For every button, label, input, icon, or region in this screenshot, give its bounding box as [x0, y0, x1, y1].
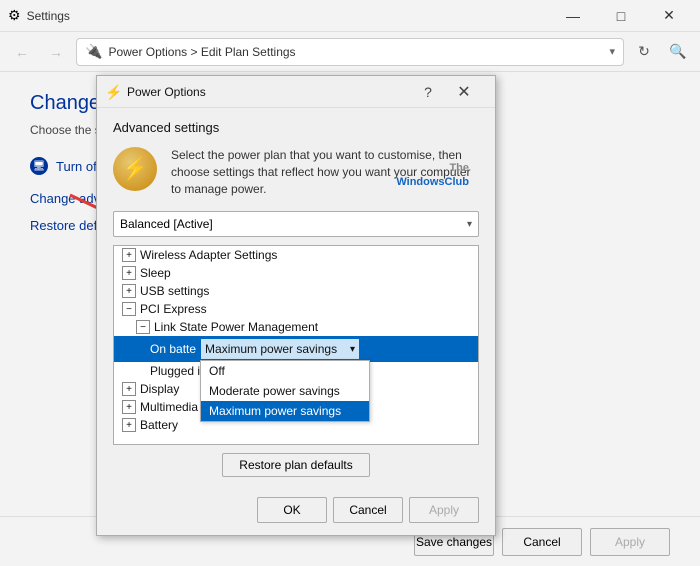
on-battery-value: Maximum power savings — [205, 342, 346, 356]
dialog-icon: ⚡ — [105, 84, 121, 100]
tree-pci[interactable]: − PCI Express — [114, 300, 478, 318]
title-bar: ⚙ Settings — □ ✕ — [0, 0, 700, 32]
expand-linkstate-icon[interactable]: − — [136, 320, 150, 334]
display-label: Display — [140, 382, 179, 396]
usb-label: USB settings — [140, 284, 209, 298]
linkstate-label: Link State Power Management — [154, 320, 318, 334]
option-maximum[interactable]: Maximum power savings — [201, 401, 369, 421]
expand-usb-icon[interactable]: + — [122, 284, 136, 298]
address-bar: ← → 🔌 Power Options > Edit Plan Settings… — [0, 32, 700, 72]
power-options-dialog: ⚡ Power Options ? ✕ Advanced settings ⚡ … — [96, 75, 496, 536]
window-icon: ⚙ — [8, 7, 21, 24]
address-input[interactable]: 🔌 Power Options > Edit Plan Settings ▾ — [76, 38, 624, 66]
advanced-settings-label: Advanced settings — [113, 120, 479, 135]
description-area: ⚡ Select the power plan that you want to… — [113, 147, 479, 197]
plan-dropdown-text: Balanced [Active] — [120, 217, 467, 231]
title-bar-controls: — □ ✕ — [550, 0, 692, 32]
expand-battery-icon[interactable]: + — [122, 418, 136, 432]
expand-pci-icon[interactable]: − — [122, 302, 136, 316]
sleep-label: Sleep — [140, 266, 171, 280]
tree-wireless-adapter[interactable]: + Wireless Adapter Settings — [114, 246, 478, 264]
restore-plan-button[interactable]: Restore plan defaults — [222, 453, 369, 477]
power-icon: ⚡ — [121, 156, 148, 182]
dialog-titlebar: ⚡ Power Options ? ✕ — [97, 76, 495, 108]
dropdown-popup: Off Moderate power savings Maximum power… — [200, 360, 370, 422]
tree-sleep[interactable]: + Sleep — [114, 264, 478, 282]
dialog-footer: OK Cancel Apply — [97, 489, 495, 535]
battery-label: Battery — [140, 418, 178, 432]
expand-display-icon[interactable]: + — [122, 382, 136, 396]
tree-on-battery[interactable]: On batte Maximum power savings ▾ Off Mod… — [114, 336, 478, 362]
apply-button[interactable]: Apply — [409, 497, 479, 523]
tree-link-state[interactable]: − Link State Power Management — [114, 318, 478, 336]
cancel-button[interactable]: Cancel — [333, 497, 403, 523]
address-icon: 🔌 — [85, 43, 102, 60]
plan-dropdown-arrow-icon: ▾ — [467, 219, 472, 230]
address-chevron: ▾ — [609, 45, 615, 58]
watermark-line1: The — [396, 161, 469, 175]
option-off[interactable]: Off — [201, 361, 369, 381]
plan-dropdown[interactable]: Balanced [Active] ▾ — [113, 211, 479, 237]
pci-label: PCI Express — [140, 302, 207, 316]
dialog-title: Power Options — [127, 85, 415, 99]
expand-wireless-icon[interactable]: + — [122, 248, 136, 262]
on-battery-dropdown-arrow: ▾ — [350, 344, 355, 355]
power-icon-area: ⚡ — [113, 147, 161, 195]
tree-usb[interactable]: + USB settings — [114, 282, 478, 300]
option-moderate[interactable]: Moderate power savings — [201, 381, 369, 401]
close-button[interactable]: ✕ — [646, 0, 692, 32]
on-battery-dropdown[interactable]: Maximum power savings ▾ — [200, 338, 360, 360]
settings-tree[interactable]: + Wireless Adapter Settings + Sleep + US… — [113, 245, 479, 445]
window-title: Settings — [27, 9, 70, 23]
forward-button[interactable]: → — [42, 38, 70, 66]
power-icon-circle: ⚡ — [113, 147, 157, 191]
dialog-body: Advanced settings ⚡ Select the power pla… — [97, 108, 495, 489]
bottom-cancel-button[interactable]: Cancel — [502, 528, 582, 556]
wireless-label: Wireless Adapter Settings — [140, 248, 277, 262]
minimize-button[interactable]: — — [550, 0, 596, 32]
watermark-line2: WindowsClub — [396, 175, 469, 189]
address-path: Power Options > Edit Plan Settings — [108, 45, 295, 59]
expand-multimedia-icon[interactable]: + — [122, 400, 136, 414]
dialog-help-button[interactable]: ? — [415, 79, 441, 105]
inline-dropdown-container: Maximum power savings ▾ Off Moderate pow… — [200, 338, 360, 360]
dialog-close-button[interactable]: ✕ — [441, 76, 487, 108]
search-button[interactable]: 🔍 — [664, 38, 692, 66]
restore-area: Restore plan defaults — [113, 453, 479, 477]
setting-icon-1: 🖥 — [30, 157, 48, 175]
bottom-apply-button[interactable]: Apply — [590, 528, 670, 556]
maximize-button[interactable]: □ — [598, 0, 644, 32]
expand-sleep-icon[interactable]: + — [122, 266, 136, 280]
on-battery-label: On batte — [150, 342, 196, 356]
back-button[interactable]: ← — [8, 38, 36, 66]
watermark: The WindowsClub — [396, 161, 469, 190]
ok-button[interactable]: OK — [257, 497, 327, 523]
refresh-button[interactable]: ↻ — [630, 38, 658, 66]
